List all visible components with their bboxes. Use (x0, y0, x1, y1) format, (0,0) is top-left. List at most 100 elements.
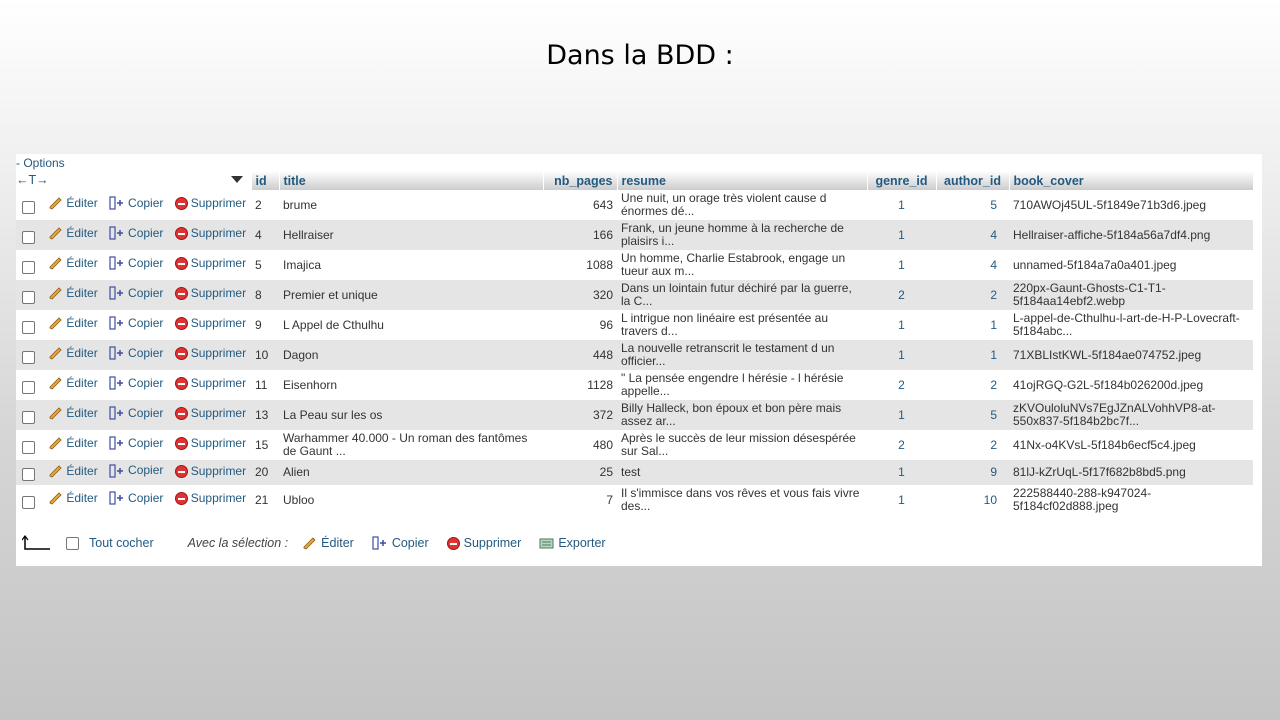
cell-book-cover[interactable]: 222588440-288-k947024-5f184cf02d888.jpeg (1009, 485, 1253, 515)
cell-book-cover[interactable]: 220px-Gaunt-Ghosts-C1-T1-5f184aa14ebf2.w… (1009, 280, 1253, 310)
edit-button[interactable]: Éditer (48, 317, 98, 330)
cell-book-cover[interactable]: 41ojRGQ-G2L-5f184b026200d.jpeg (1009, 370, 1253, 400)
cell-genre-id[interactable]: 2 (867, 280, 936, 310)
cell-id[interactable]: 21 (251, 485, 279, 515)
cell-id[interactable]: 5 (251, 250, 279, 280)
edit-button[interactable]: Éditer (48, 377, 98, 390)
bulk-edit-button[interactable]: Éditer (302, 536, 354, 550)
cell-resume[interactable]: Il s'immisce dans vos rêves et vous fais… (617, 485, 867, 515)
cell-author-id[interactable]: 1 (936, 340, 1009, 370)
edit-button[interactable]: Éditer (48, 464, 98, 478)
copy-button[interactable]: Copier (109, 436, 163, 450)
cell-author-id[interactable]: 4 (936, 220, 1009, 250)
cell-resume[interactable]: La nouvelle retranscrit le testament d u… (617, 340, 867, 370)
column-header-title[interactable]: title (279, 171, 544, 190)
edit-button[interactable]: Éditer (48, 347, 98, 360)
row-checkbox[interactable] (22, 230, 35, 244)
edit-button[interactable]: Éditer (48, 407, 98, 420)
cell-genre-id[interactable]: 1 (867, 340, 936, 370)
cell-genre-id[interactable]: 1 (867, 250, 936, 280)
column-header-nb-pages[interactable]: nb_pages (543, 171, 618, 190)
cell-book-cover[interactable]: 81lJ-kZrUqL-5f17f682b8bd5.png (1009, 460, 1253, 485)
cell-nb-pages[interactable]: 1088 (543, 250, 617, 280)
cell-book-cover[interactable]: unnamed-5f184a7a0a401.jpeg (1009, 250, 1253, 280)
delete-button[interactable]: Supprimer (174, 437, 246, 451)
edit-button[interactable]: Éditer (48, 287, 98, 300)
column-header-book-cover[interactable]: book_cover (1009, 171, 1254, 190)
cell-nb-pages[interactable]: 1128 (543, 370, 617, 400)
cell-title[interactable]: L Appel de Cthulhu (279, 310, 543, 340)
cell-id[interactable]: 4 (251, 220, 279, 250)
edit-button[interactable]: Éditer (48, 197, 98, 210)
cell-book-cover[interactable]: 71XBLIstKWL-5f184ae074752.jpeg (1009, 340, 1253, 370)
cell-title[interactable]: Hellraiser (279, 220, 543, 250)
sort-arrows[interactable]: ←T→ (16, 173, 49, 187)
delete-button[interactable]: Supprimer (174, 464, 246, 478)
edit-button[interactable]: Éditer (48, 437, 98, 450)
cell-book-cover[interactable]: L-appel-de-Cthulhu-l-art-de-H-P-Lovecraf… (1009, 310, 1253, 340)
delete-button[interactable]: Supprimer (174, 407, 246, 421)
row-checkbox[interactable] (22, 260, 35, 274)
cell-resume[interactable]: Après le succès de leur mission désespér… (617, 430, 867, 460)
cell-title[interactable]: Warhammer 40.000 - Un roman des fantômes… (279, 430, 543, 460)
delete-button[interactable]: Supprimer (174, 287, 246, 301)
cell-id[interactable]: 8 (251, 280, 279, 310)
cell-id[interactable]: 10 (251, 340, 279, 370)
cell-id[interactable]: 11 (251, 370, 279, 400)
copy-button[interactable]: Copier (109, 286, 163, 300)
cell-author-id[interactable]: 2 (936, 280, 1009, 310)
cell-title[interactable]: Premier et unique (279, 280, 543, 310)
delete-button[interactable]: Supprimer (174, 347, 246, 361)
row-checkbox[interactable] (22, 380, 35, 394)
row-checkbox[interactable] (22, 495, 35, 509)
bulk-delete-button[interactable]: Supprimer (446, 536, 521, 550)
cell-genre-id[interactable]: 1 (867, 310, 936, 340)
cell-resume[interactable]: Frank, un jeune homme à la recherche de … (617, 220, 867, 250)
cell-resume[interactable]: L intrigue non linéaire est présentée au… (617, 310, 867, 340)
copy-button[interactable]: Copier (109, 406, 163, 420)
bulk-export-button[interactable]: Exporter (539, 536, 606, 550)
cell-nb-pages[interactable]: 320 (543, 280, 617, 310)
row-checkbox[interactable] (22, 290, 35, 304)
cell-book-cover[interactable]: 41Nx-o4KVsL-5f184b6ecf5c4.jpeg (1009, 430, 1253, 460)
cell-author-id[interactable]: 1 (936, 310, 1009, 340)
cell-nb-pages[interactable]: 372 (543, 400, 617, 430)
cell-title[interactable]: Alien (279, 460, 543, 485)
cell-book-cover[interactable]: zKVOuloluNVs7EgJZnALVohhVP8-at-550x837-5… (1009, 400, 1253, 430)
cell-resume[interactable]: test (617, 460, 867, 485)
cell-nb-pages[interactable]: 643 (543, 190, 617, 220)
cell-author-id[interactable]: 5 (936, 400, 1009, 430)
bulk-copy-button[interactable]: Copier (372, 536, 429, 550)
cell-nb-pages[interactable]: 480 (543, 430, 617, 460)
delete-button[interactable]: Supprimer (174, 317, 246, 331)
cell-genre-id[interactable]: 1 (867, 220, 936, 250)
cell-id[interactable]: 13 (251, 400, 279, 430)
cell-book-cover[interactable]: 710AWOj45UL-5f1849e71b3d6.jpeg (1009, 190, 1253, 220)
row-checkbox[interactable] (22, 350, 35, 364)
cell-resume[interactable]: Un homme, Charlie Estabrook, engage un t… (617, 250, 867, 280)
cell-title[interactable]: Ubloo (279, 485, 543, 515)
row-checkbox[interactable] (22, 440, 35, 454)
cell-author-id[interactable]: 9 (936, 460, 1009, 485)
column-header-resume[interactable]: resume (617, 171, 868, 190)
cell-genre-id[interactable]: 1 (867, 190, 936, 220)
cell-nb-pages[interactable]: 166 (543, 220, 617, 250)
delete-button[interactable]: Supprimer (174, 227, 246, 241)
cell-resume[interactable]: " La pensée engendre l hérésie - l hérés… (617, 370, 867, 400)
cell-nb-pages[interactable]: 448 (543, 340, 617, 370)
cell-title[interactable]: Imajica (279, 250, 543, 280)
cell-author-id[interactable]: 4 (936, 250, 1009, 280)
cell-author-id[interactable]: 10 (936, 485, 1009, 515)
cell-genre-id[interactable]: 2 (867, 430, 936, 460)
row-checkbox[interactable] (22, 410, 35, 424)
column-header-id[interactable]: id (251, 171, 280, 190)
cell-resume[interactable]: Billy Halleck, bon époux et bon père mai… (617, 400, 867, 430)
delete-button[interactable]: Supprimer (174, 197, 246, 211)
cell-nb-pages[interactable]: 25 (543, 460, 617, 485)
cell-author-id[interactable]: 2 (936, 370, 1009, 400)
cell-id[interactable]: 20 (251, 460, 279, 485)
copy-button[interactable]: Copier (109, 491, 163, 505)
cell-id[interactable]: 2 (251, 190, 279, 220)
cell-title[interactable]: La Peau sur les os (279, 400, 543, 430)
cell-resume[interactable]: Dans un lointain futur déchiré par la gu… (617, 280, 867, 310)
